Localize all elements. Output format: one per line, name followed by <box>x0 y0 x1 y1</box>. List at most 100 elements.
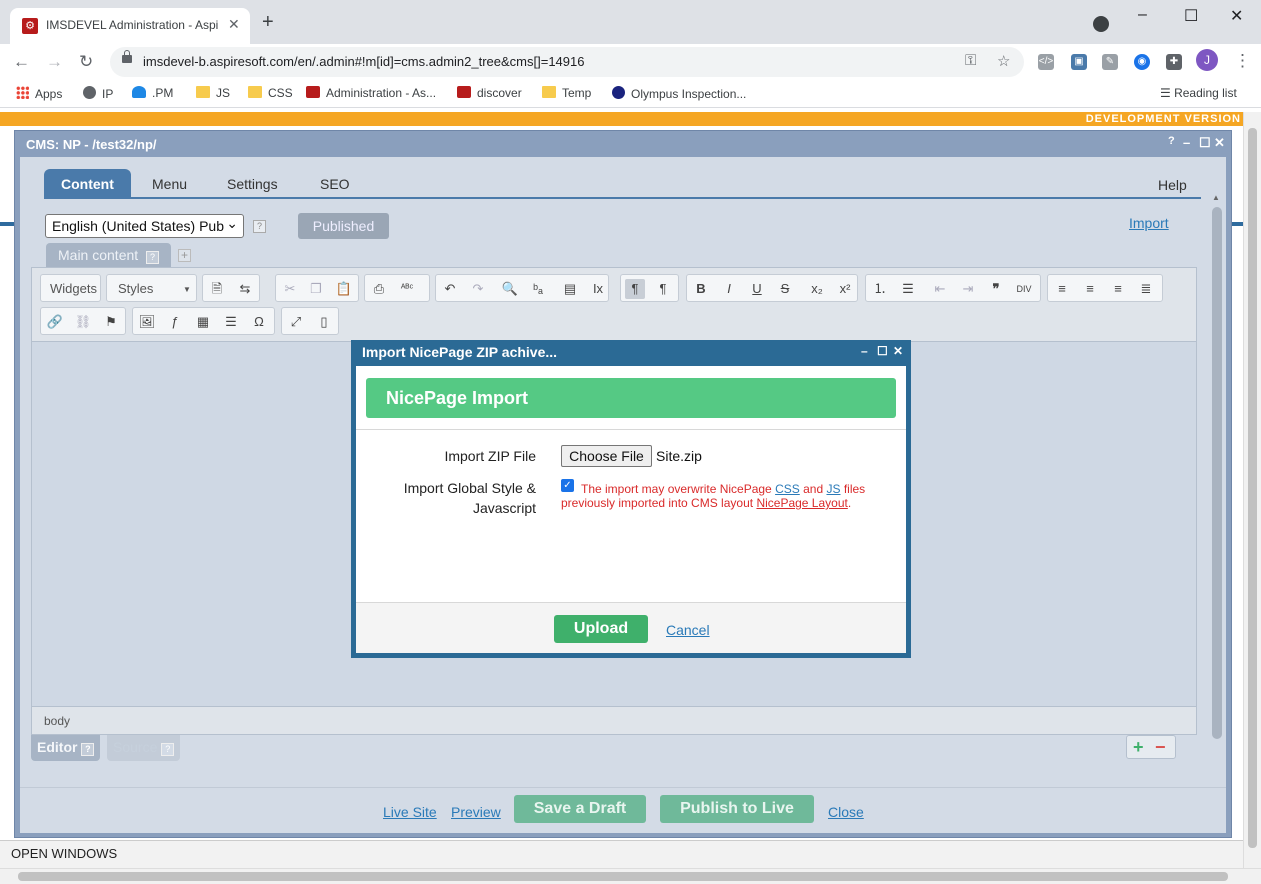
rtl-icon[interactable]: ¶ <box>653 279 673 299</box>
tab-menu[interactable]: Menu <box>152 169 187 199</box>
bookmark-star-icon[interactable]: ☆ <box>997 52 1010 70</box>
scroll-up-icon[interactable]: ▲ <box>1212 193 1220 202</box>
link-icon[interactable]: 🔗 <box>45 312 65 332</box>
page-vertical-scrollbar[interactable] <box>1243 112 1261 868</box>
bullet-list-icon[interactable]: ☰ <box>898 279 918 299</box>
align-right-icon[interactable]: ≡ <box>1108 279 1128 299</box>
redo-icon[interactable]: ↷ <box>468 279 488 299</box>
open-windows-bar[interactable]: OPEN WINDOWS <box>0 840 1243 868</box>
special-char-icon[interactable]: Ω <box>249 312 269 332</box>
plus-icon[interactable]: + <box>1133 737 1144 757</box>
paste-icon[interactable]: 📋 <box>334 279 354 299</box>
table-icon[interactable]: ▦ <box>193 312 213 332</box>
italic-icon[interactable]: I <box>719 279 739 299</box>
language-help-icon[interactable]: ? <box>253 220 266 233</box>
bookmark-js[interactable]: JS <box>196 86 230 100</box>
dialog-minimize-icon[interactable]: – <box>861 344 868 358</box>
upload-button[interactable]: Upload <box>554 615 648 643</box>
outdent-icon[interactable]: ⇤ <box>930 279 950 299</box>
document-icon[interactable]: 🗎 <box>207 279 227 299</box>
minus-icon[interactable]: − <box>1155 737 1166 757</box>
underline-icon[interactable]: U <box>747 279 767 299</box>
reading-list[interactable]: ☰ Reading list <box>1160 86 1237 100</box>
dialog-maximize-icon[interactable]: ☐ <box>877 344 888 358</box>
spellcheck-icon[interactable]: ᴬᴮᶜ <box>397 279 417 299</box>
bookmark-temp[interactable]: Temp <box>542 86 591 100</box>
tab-seo[interactable]: SEO <box>320 169 350 199</box>
extensions-puzzle-icon[interactable]: ✚ <box>1166 54 1182 70</box>
bookmark-pm[interactable]: .PM <box>132 86 173 100</box>
forward-icon[interactable]: → <box>46 52 63 72</box>
anchor-flag-icon[interactable]: ⚑ <box>101 312 121 332</box>
unlink-icon[interactable]: ⛓ <box>73 312 93 332</box>
key-icon[interactable]: ⚿ <box>965 52 976 69</box>
close-tab-icon[interactable]: ✕ <box>228 16 240 33</box>
bookmark-olympus[interactable]: Olympus Inspection... <box>612 86 746 101</box>
cut-icon[interactable]: ✂ <box>280 279 300 299</box>
nicepage-layout-link[interactable]: NicePage Layout <box>756 496 847 510</box>
maximize-window-icon[interactable]: ☐ <box>1184 6 1198 26</box>
page-horizontal-thumb[interactable] <box>18 872 1228 881</box>
widgets-dropdown[interactable]: Widgets <box>40 274 101 302</box>
align-center-icon[interactable]: ≡ <box>1080 279 1100 299</box>
source-help-icon[interactable]: ? <box>161 743 175 756</box>
main-content-tab[interactable]: Main content ? <box>46 243 172 269</box>
avatar[interactable]: J <box>1196 49 1218 71</box>
print-icon[interactable]: ⎙ <box>369 279 389 299</box>
language-select[interactable]: English (United States) Pub <box>45 214 244 238</box>
browser-menu-icon[interactable]: ⋮ <box>1234 51 1251 71</box>
address-bar[interactable]: imsdevel-b.aspiresoft.com/en/.admin#!m[i… <box>110 47 1024 77</box>
indent-icon[interactable]: ⇥ <box>958 279 978 299</box>
close-link[interactable]: Close <box>828 804 864 820</box>
bookmark-ip[interactable]: IP <box>83 86 113 101</box>
extension-devtools-icon[interactable]: </> <box>1038 54 1054 70</box>
reload-icon[interactable]: ↻ <box>79 52 93 72</box>
element-path[interactable]: body <box>44 714 70 728</box>
main-content-help-icon[interactable]: ? <box>146 251 160 264</box>
align-left-icon[interactable]: ≡ <box>1052 279 1072 299</box>
cms-scroll-thumb[interactable] <box>1212 207 1222 739</box>
published-button[interactable]: Published <box>298 213 389 239</box>
find-icon[interactable]: 🔍 <box>500 279 520 299</box>
import-link[interactable]: Import <box>1129 215 1169 231</box>
page-vertical-thumb[interactable] <box>1248 128 1257 848</box>
strikethrough-icon[interactable]: S <box>775 279 795 299</box>
extension-eye-icon[interactable]: ◉ <box>1134 54 1150 70</box>
cms-close-icon[interactable]: ✕ <box>1214 135 1225 151</box>
numbered-list-icon[interactable]: ⒈ <box>870 279 890 299</box>
lock-icon[interactable] <box>122 50 132 63</box>
preview-link[interactable]: Preview <box>451 804 501 820</box>
select-all-icon[interactable]: ▤ <box>560 279 580 299</box>
cms-maximize-icon[interactable]: ☐ <box>1199 135 1211 151</box>
source-mode-tab[interactable]: Source ? <box>107 735 181 761</box>
bookmark-css[interactable]: CSS <box>248 86 293 100</box>
cancel-link[interactable]: Cancel <box>666 622 710 638</box>
div-container-icon[interactable]: DIV <box>1014 279 1034 299</box>
browser-tab[interactable]: ⚙ IMSDEVEL Administration - Aspi ✕ <box>10 8 250 44</box>
js-link[interactable]: JS <box>826 482 840 496</box>
horizontal-rule-icon[interactable]: ☰ <box>221 312 241 332</box>
cms-help-icon[interactable]: ? <box>1168 135 1175 147</box>
dialog-close-icon[interactable]: ✕ <box>893 344 903 358</box>
new-tab-icon[interactable]: + <box>262 12 274 32</box>
choose-file-button[interactable]: Choose File <box>561 445 652 467</box>
save-draft-button[interactable]: Save a Draft <box>514 795 646 823</box>
back-icon[interactable]: ← <box>13 52 30 72</box>
add-region-icon[interactable]: + <box>178 249 191 262</box>
editor-mode-tab[interactable]: Editor ? <box>31 735 101 761</box>
replace-icon[interactable]: ᵇₐ <box>528 279 548 299</box>
bookmark-apps[interactable]: Apps <box>16 86 62 101</box>
tab-settings[interactable]: Settings <box>227 169 278 199</box>
help-link[interactable]: Help <box>1158 177 1187 193</box>
cms-scrollbar[interactable]: ▲ ▼ <box>1211 193 1223 809</box>
copy-icon[interactable]: ❐ <box>306 279 326 299</box>
editor-help-icon[interactable]: ? <box>81 743 95 756</box>
extension-note-icon[interactable]: ✎ <box>1102 54 1118 70</box>
show-blocks-icon[interactable]: ▯ <box>314 312 334 332</box>
flash-icon[interactable]: ƒ <box>165 312 185 332</box>
minimize-window-icon[interactable]: – <box>1138 6 1147 24</box>
bookmark-administration[interactable]: Administration - As... <box>306 86 436 100</box>
remove-format-icon[interactable]: Ix <box>588 279 608 299</box>
bold-icon[interactable]: B <box>691 279 711 299</box>
ltr-icon[interactable]: ¶ <box>625 279 645 299</box>
